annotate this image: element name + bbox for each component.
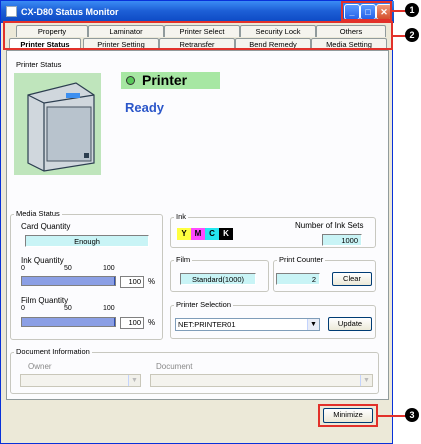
media-status-label: Media Status xyxy=(14,209,62,218)
owner-chevron-down-icon[interactable]: ▼ xyxy=(128,375,140,386)
ink-yellow-cell: Y xyxy=(177,228,191,240)
chevron-down-icon[interactable]: ▼ xyxy=(307,319,319,330)
film-scale-100: 100 xyxy=(103,305,115,312)
printer-name: Printer xyxy=(142,72,188,88)
printer-image xyxy=(14,73,101,175)
film-quantity-label: Film Quantity xyxy=(21,296,69,305)
ink-sets-label: Number of Ink Sets xyxy=(295,221,364,230)
ink-label: Ink xyxy=(174,212,189,221)
ink-black-cell: K xyxy=(219,228,233,240)
printer-selection-value: NET:PRINTER01 xyxy=(178,320,236,329)
printer-status-name-field: Printer xyxy=(121,72,220,89)
window-title: CX-D80 Status Monitor xyxy=(21,7,119,17)
status-indicator-icon xyxy=(126,76,135,85)
document-information-label: Document Information xyxy=(14,347,92,356)
print-counter-field: 2 xyxy=(276,273,320,285)
ink-quantity-fill xyxy=(22,277,115,285)
owner-dropdown[interactable]: ▼ xyxy=(20,374,141,387)
printer-icon xyxy=(27,82,95,172)
ink-quantity-bar xyxy=(21,276,116,286)
document-dropdown[interactable]: ▼ xyxy=(150,374,373,387)
callout-line-1 xyxy=(392,10,406,12)
card-quantity-field: Enough xyxy=(25,235,149,247)
film-percent-field: 100 xyxy=(120,317,144,329)
printer-state: Ready xyxy=(125,100,165,115)
document-label: Document xyxy=(156,362,193,371)
app-icon xyxy=(6,6,17,17)
printer-status-label: Printer Status xyxy=(14,60,64,69)
ink-quantity-label: Ink Quantity xyxy=(21,256,64,265)
ink-scale-0: 0 xyxy=(21,265,25,272)
ink-cyan-cell: C xyxy=(205,228,219,240)
ink-scale-50: 50 xyxy=(64,265,72,272)
film-field: Standard(1000) xyxy=(180,273,256,285)
callout-badge-1: 1 xyxy=(405,3,419,17)
ink-percent-field: 100 xyxy=(120,276,144,288)
card-quantity-label: Card Quantity xyxy=(21,222,71,231)
film-scale-0: 0 xyxy=(21,305,25,312)
printer-selection-dropdown[interactable]: NET:PRINTER01 ▼ xyxy=(175,318,320,331)
title-bar[interactable]: CX-D80 Status Monitor _ □ ✕ xyxy=(1,1,394,23)
owner-label: Owner xyxy=(28,362,52,371)
print-counter-label: Print Counter xyxy=(277,255,326,264)
callout-box-1 xyxy=(341,1,392,21)
ink-scale-100: 100 xyxy=(103,265,115,272)
ink-color-strip: Y M C K xyxy=(177,228,261,240)
film-label: Film xyxy=(174,255,193,264)
clear-button[interactable]: Clear xyxy=(332,272,372,286)
callout-badge-2: 2 xyxy=(405,28,419,42)
ink-sets-field: 1000 xyxy=(322,234,362,246)
callout-box-3 xyxy=(318,404,378,427)
document-information-group xyxy=(10,352,379,394)
callout-line-3 xyxy=(378,415,406,417)
update-button[interactable]: Update xyxy=(328,317,372,331)
film-quantity-fill xyxy=(22,318,115,326)
film-percent-unit: % xyxy=(148,318,156,327)
callout-badge-3: 3 xyxy=(405,408,419,422)
document-chevron-down-icon[interactable]: ▼ xyxy=(360,375,372,386)
printer-selection-label: Printer Selection xyxy=(174,300,234,309)
callout-box-2 xyxy=(3,21,393,50)
ink-magenta-cell: M xyxy=(191,228,205,240)
film-scale-50: 50 xyxy=(64,305,72,312)
ink-percent-unit: % xyxy=(148,277,156,286)
film-quantity-bar xyxy=(21,317,116,327)
